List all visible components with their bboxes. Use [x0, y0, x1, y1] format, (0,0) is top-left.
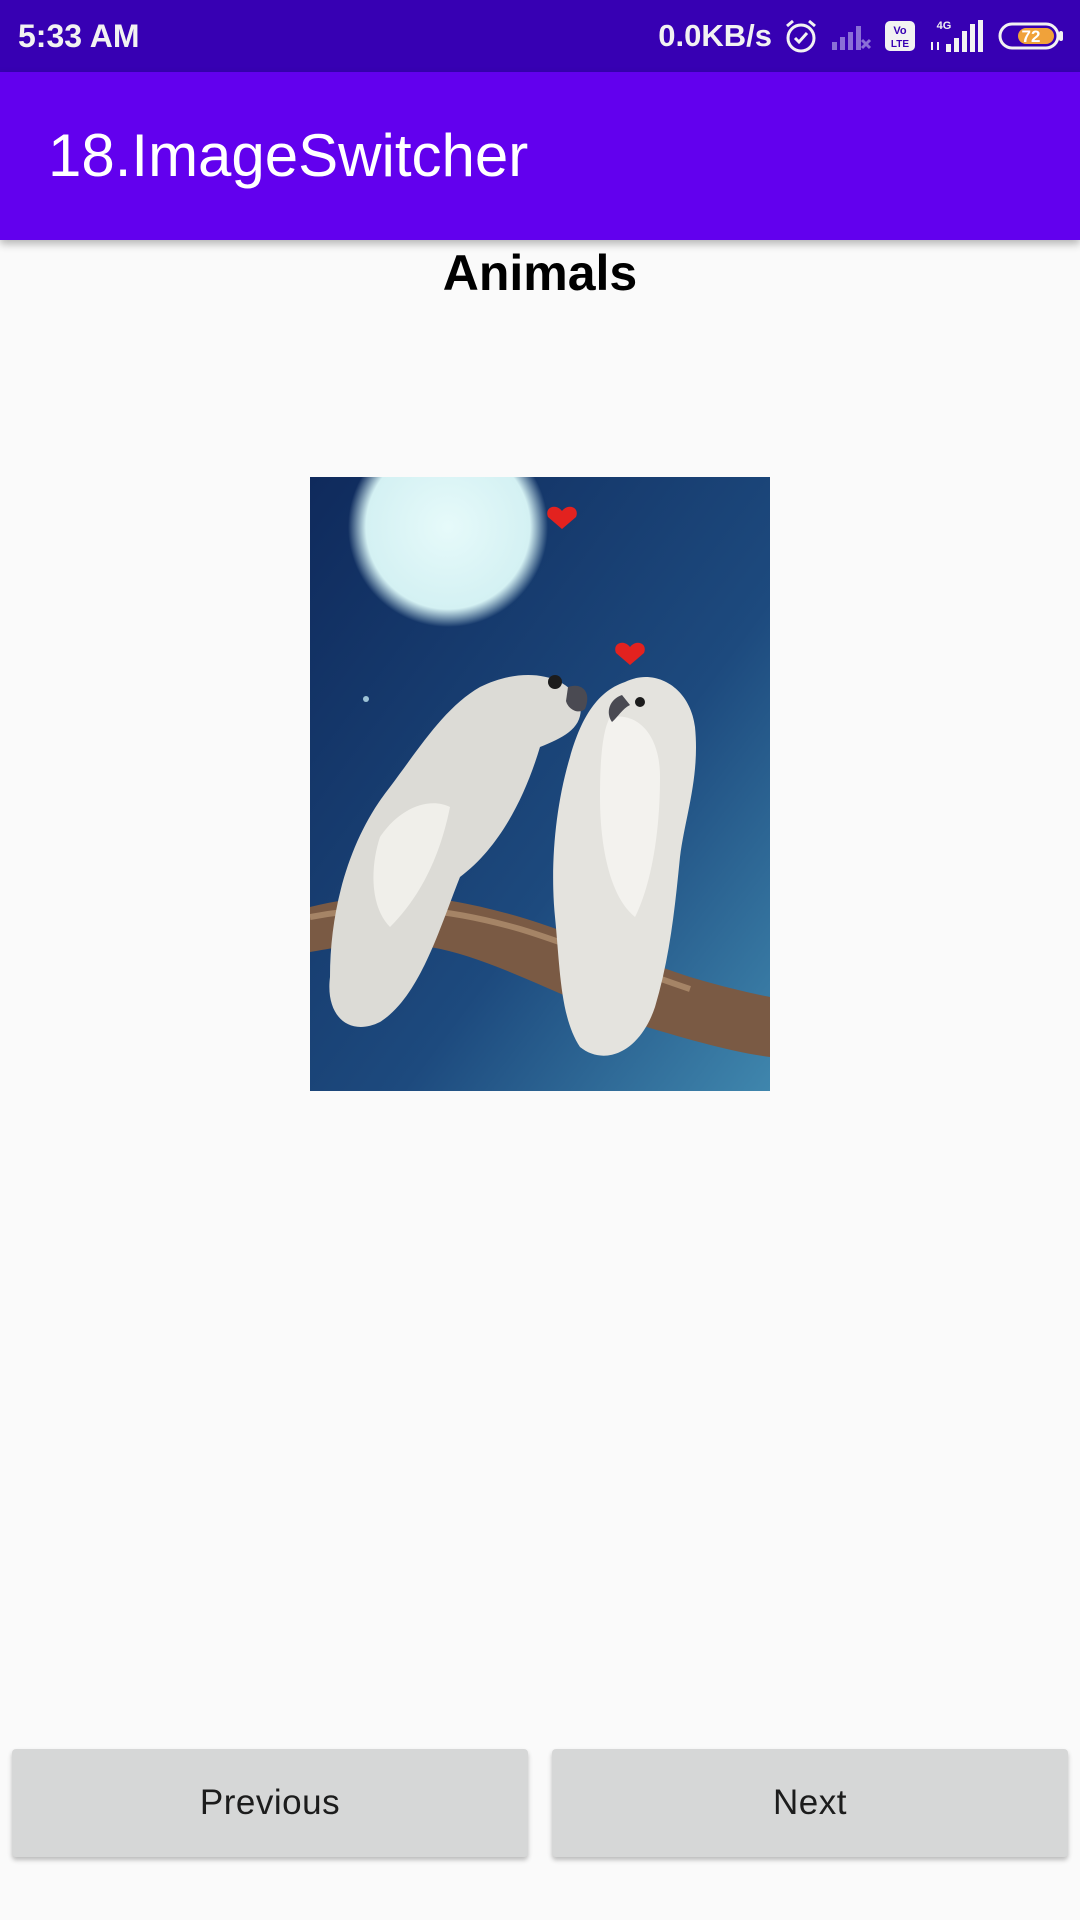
volte-icon: Vo LTE — [884, 20, 916, 52]
cockatoo-image — [310, 477, 770, 1091]
network-speed: 0.0KB/s — [658, 18, 772, 53]
page-heading: Animals — [442, 245, 638, 301]
status-icons: 0.0KB/s Vo LTE 4G 72 — [658, 0, 1064, 72]
svg-text:4G: 4G — [937, 20, 952, 32]
previous-button[interactable]: Previous — [12, 1749, 528, 1857]
image-switcher[interactable] — [310, 477, 770, 1091]
battery-level: 72 — [1022, 27, 1041, 46]
signal-off-icon — [830, 20, 872, 52]
next-button[interactable]: Next — [552, 1749, 1068, 1857]
app-bar: 18.ImageSwitcher — [0, 72, 1080, 240]
status-bar: 5:33 AM 0.0KB/s Vo LTE 4G 72 — [0, 0, 1080, 72]
alarm-icon — [784, 18, 818, 54]
app-title: 18.ImageSwitcher — [48, 122, 529, 189]
4g-signal-icon: 4G — [928, 18, 986, 54]
battery-icon: 72 — [998, 20, 1064, 52]
status-time: 5:33 AM — [18, 18, 140, 54]
svg-text:Vo: Vo — [893, 25, 907, 37]
svg-text:LTE: LTE — [891, 39, 909, 50]
